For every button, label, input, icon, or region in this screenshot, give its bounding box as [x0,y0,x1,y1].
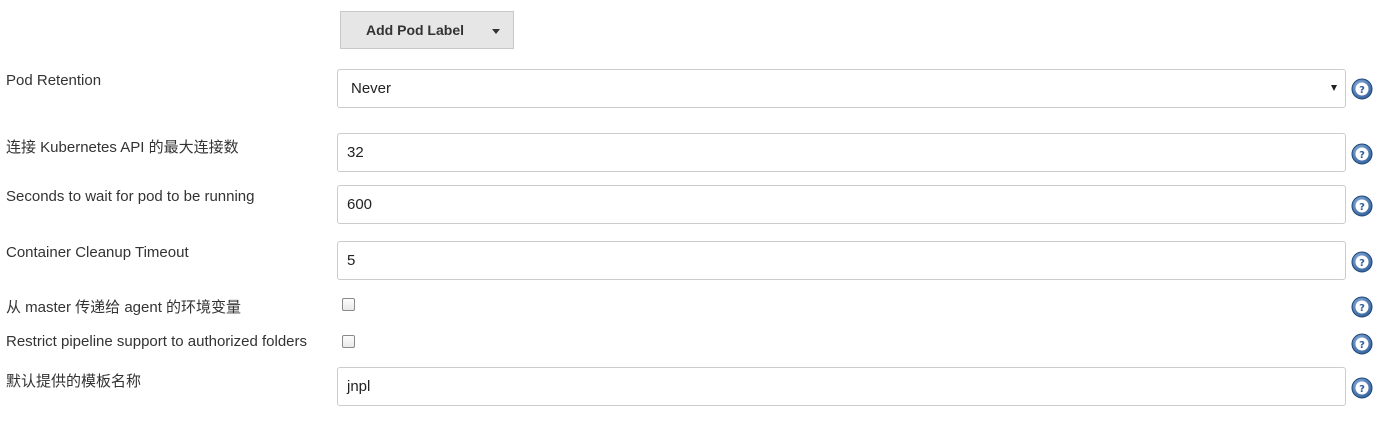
pod-retention-select[interactable]: Never [337,69,1346,108]
default-template-input[interactable]: jnpl [337,367,1346,406]
select-arrow-icon [1331,85,1337,91]
add-pod-label-button[interactable]: Add Pod Label [340,11,514,49]
kubernetes-cloud-settings-form: Add Pod Label Pod Retention Never ? 连接 K… [0,0,1386,424]
max-connections-label: 连接 Kubernetes API 的最大连接数 [6,139,239,156]
max-connections-value: 32 [347,144,364,161]
help-icon[interactable]: ? [1351,296,1373,318]
default-template-label: 默认提供的模板名称 [6,373,142,390]
svg-text:?: ? [1359,258,1365,269]
pod-retention-value: Never [351,80,392,97]
max-connections-input[interactable]: 32 [337,133,1346,172]
wait-seconds-input[interactable]: 600 [337,185,1346,224]
svg-text:?: ? [1359,384,1365,395]
svg-text:?: ? [1359,340,1365,351]
cleanup-timeout-value: 5 [347,252,356,269]
cleanup-timeout-input[interactable]: 5 [337,241,1346,280]
help-icon[interactable]: ? [1351,333,1373,355]
pass-env-vars-checkbox[interactable] [342,298,355,311]
help-icon[interactable]: ? [1351,377,1373,399]
help-icon[interactable]: ? [1351,251,1373,273]
cleanup-timeout-label: Container Cleanup Timeout [6,244,189,261]
add-pod-label-button-label: Add Pod Label [366,22,464,38]
restrict-pipeline-checkbox[interactable] [342,335,355,348]
restrict-pipeline-label: Restrict pipeline support to authorized … [6,333,307,350]
caret-down-icon [492,29,500,34]
help-icon[interactable]: ? [1351,143,1373,165]
wait-seconds-label: Seconds to wait for pod to be running [6,188,255,205]
wait-seconds-value: 600 [347,196,373,213]
svg-text:?: ? [1359,150,1365,161]
pod-retention-label: Pod Retention [6,72,102,89]
pass-env-vars-label: 从 master 传递给 agent 的环境变量 [6,299,242,316]
svg-text:?: ? [1359,303,1365,314]
svg-text:?: ? [1359,202,1365,213]
help-icon[interactable]: ? [1351,195,1373,217]
default-template-value: jnpl [347,378,371,395]
svg-text:?: ? [1359,85,1365,96]
help-icon[interactable]: ? [1351,78,1373,100]
